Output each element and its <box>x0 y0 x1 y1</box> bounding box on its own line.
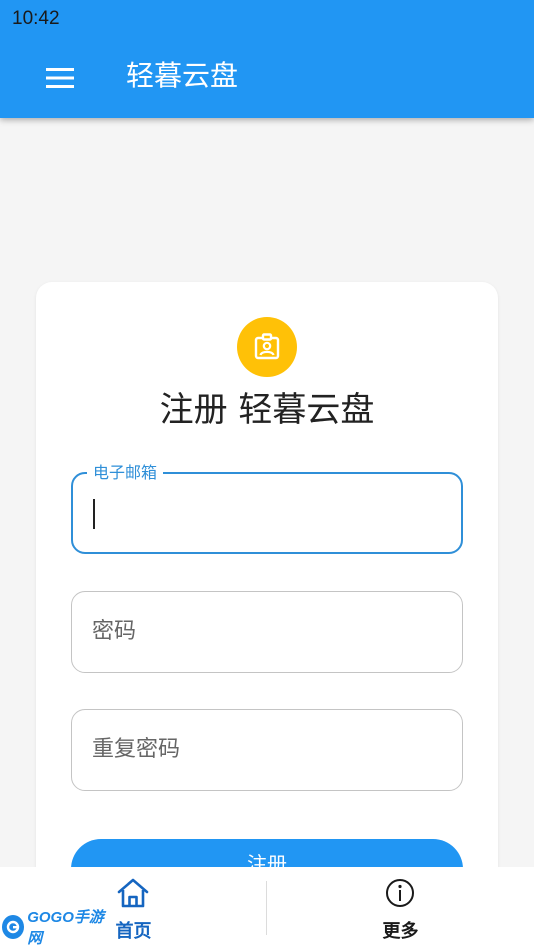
home-icon <box>117 878 149 908</box>
email-field[interactable]: 电子邮箱 <box>71 463 463 554</box>
app-title: 轻暮云盘 <box>126 59 239 92</box>
email-field-label: 电子邮箱 <box>87 463 164 483</box>
watermark-logo-icon <box>2 915 25 939</box>
info-icon <box>386 879 414 907</box>
nav-label-more: 更多 <box>382 921 419 942</box>
contact-badge-icon <box>254 333 280 360</box>
nav-item-more[interactable]: 更多 <box>267 867 534 949</box>
register-card: 注册 轻暮云盘 电子邮箱 注册 <box>36 282 498 922</box>
password-field[interactable] <box>71 591 463 673</box>
register-title: 注册 轻暮云盘 <box>159 390 375 430</box>
menu-icon <box>46 68 74 88</box>
confirm-password-input[interactable] <box>92 710 442 788</box>
app-bar: 10:42 轻暮云盘 <box>0 0 534 118</box>
watermark-text: GOGO手游网 <box>27 909 104 947</box>
avatar <box>237 317 297 377</box>
confirm-password-field[interactable] <box>71 709 463 791</box>
watermark: GOGO手游网 <box>2 909 112 947</box>
text-caret <box>93 499 95 529</box>
menu-button[interactable] <box>40 58 80 98</box>
password-input[interactable] <box>92 592 442 670</box>
status-time: 10:42 <box>12 8 60 29</box>
